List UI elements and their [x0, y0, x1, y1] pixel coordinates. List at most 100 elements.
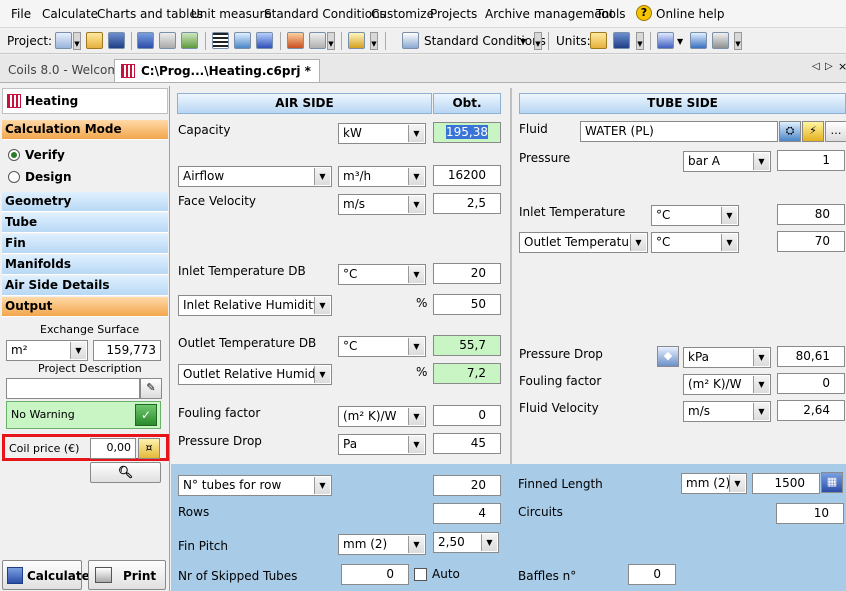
search-button[interactable]: 🔍︎: [90, 462, 161, 483]
menu-unit-measure[interactable]: Unit measure: [191, 7, 272, 21]
outlet-temp-unit-select[interactable]: °C ▼: [338, 336, 426, 357]
section-geometry[interactable]: Geometry: [2, 192, 168, 212]
open-folder-icon[interactable]: [86, 32, 103, 49]
diagram-icon[interactable]: [348, 32, 365, 49]
standard-conditions-dropdown[interactable]: ▼: [534, 32, 542, 50]
calculator-icon[interactable]: [137, 32, 154, 49]
close-icon[interactable]: ×: [838, 60, 846, 73]
chevron-down-icon[interactable]: ▼: [520, 37, 526, 46]
new-project-dropdown[interactable]: ▼: [73, 32, 81, 50]
finned-length-input[interactable]: 1500: [752, 473, 820, 494]
new-project-icon[interactable]: [55, 32, 72, 49]
menu-archive[interactable]: Archive management: [485, 7, 614, 21]
save-icon[interactable]: [108, 32, 125, 49]
tube-fouling-input[interactable]: 0: [777, 373, 845, 394]
design-radio[interactable]: [8, 171, 20, 183]
menu-charts[interactable]: Charts and tables: [97, 7, 203, 21]
inlet-rh-select[interactable]: Inlet Relative Humidity ▼: [178, 295, 332, 316]
calculator-icon[interactable]: ▦: [821, 472, 843, 493]
checkmark-icon[interactable]: ✓: [135, 404, 157, 426]
section-output[interactable]: Output: [2, 297, 168, 317]
tools-icon[interactable]: [287, 32, 304, 49]
chart-icon[interactable]: [181, 32, 198, 49]
calculate-button[interactable]: Calculate: [2, 560, 90, 590]
section-fin[interactable]: Fin: [2, 234, 168, 254]
section-air-side-details[interactable]: Air Side Details: [2, 276, 168, 296]
more-options-icon[interactable]: …: [825, 121, 846, 142]
bar-chart-dropdown[interactable]: ▼: [327, 32, 335, 50]
auto-checkbox[interactable]: [414, 568, 427, 581]
fin-pitch-unit-select[interactable]: mm (2) ▼: [338, 534, 426, 555]
printer-icon[interactable]: [159, 32, 176, 49]
tube-fouling-unit-select[interactable]: (m² K)/W ▼: [683, 374, 771, 395]
print-dropdown[interactable]: ▼: [734, 32, 742, 50]
menu-file[interactable]: File: [11, 7, 31, 21]
verify-label[interactable]: Verify: [25, 148, 65, 162]
circuits-input[interactable]: 10: [776, 503, 844, 524]
standard-conditions-button[interactable]: Standard Conditions: [424, 34, 546, 48]
airflow-input[interactable]: 16200: [433, 165, 501, 186]
open-units-icon[interactable]: [590, 32, 607, 49]
heating-header[interactable]: Heating: [2, 88, 168, 114]
tube-pressure-drop-unit-select[interactable]: kPa ▼: [683, 347, 771, 368]
tube-inlet-temp-unit-select[interactable]: °C ▼: [651, 205, 739, 226]
design-label[interactable]: Design: [25, 170, 72, 184]
capacity-unit-select[interactable]: kW ▼: [338, 123, 426, 144]
tubes-for-row-select[interactable]: N° tubes for row ▼: [178, 475, 332, 496]
menu-calculate[interactable]: Calculate: [42, 7, 98, 21]
tab-scroll-left-icon[interactable]: ◁: [812, 61, 820, 72]
export-icon[interactable]: [690, 32, 707, 49]
section-calculation-mode[interactable]: Calculation Mode: [2, 120, 168, 140]
finned-length-unit-select[interactable]: mm (2) ▼: [681, 473, 747, 494]
menu-projects[interactable]: Projects: [430, 7, 477, 21]
section-tube[interactable]: Tube: [2, 213, 168, 233]
air-fouling-input[interactable]: 0: [433, 405, 501, 426]
convert-icon[interactable]: [657, 32, 674, 49]
bar-chart-icon[interactable]: [309, 32, 326, 49]
airflow-unit-select[interactable]: m³/h ▼: [338, 166, 426, 187]
butterfly-icon[interactable]: [256, 32, 273, 49]
pressure-unit-select[interactable]: bar A ▼: [683, 151, 771, 172]
tube-outlet-temp-input[interactable]: 70: [777, 231, 845, 252]
standard-conditions-icon[interactable]: [402, 32, 419, 49]
air-fouling-unit-select[interactable]: (m² K)/W ▼: [338, 406, 426, 427]
fluid-select-icon[interactable]: ⛭: [779, 121, 801, 142]
tubes-for-row-input[interactable]: 20: [433, 475, 501, 496]
menu-customize[interactable]: Customize: [371, 7, 434, 21]
rows-input[interactable]: 4: [433, 503, 501, 524]
face-velocity-unit-select[interactable]: m/s ▼: [338, 194, 426, 215]
print-icon[interactable]: [712, 32, 729, 49]
air-pressure-drop-input[interactable]: 45: [433, 433, 501, 454]
menu-tools[interactable]: Tools: [596, 7, 626, 21]
tube-outlet-temp-select[interactable]: Outlet Temperature ▼: [519, 232, 648, 253]
tube-outlet-temp-unit-select[interactable]: °C ▼: [651, 232, 739, 253]
menu-standard-conditions[interactable]: Standard Conditions: [264, 7, 386, 21]
pressure-input[interactable]: 1: [777, 150, 845, 171]
project-description-input[interactable]: [6, 378, 140, 399]
edit-description-icon[interactable]: ✎: [140, 378, 162, 399]
outlet-rh-select[interactable]: Outlet Relative Humidity ▼: [178, 364, 332, 385]
print-button[interactable]: Print: [88, 560, 166, 590]
section-manifolds[interactable]: Manifolds: [2, 255, 168, 275]
fluid-icon[interactable]: [234, 32, 251, 49]
skipped-tubes-input[interactable]: 0: [341, 564, 409, 585]
airflow-select[interactable]: Airflow ▼: [178, 166, 332, 187]
inlet-rh-input[interactable]: 50: [433, 294, 501, 315]
face-velocity-input[interactable]: 2,5: [433, 193, 501, 214]
diamond-icon[interactable]: ◆: [657, 346, 679, 367]
exchange-unit-select[interactable]: m² ▼: [6, 340, 88, 361]
units-dropdown[interactable]: ▼: [636, 32, 644, 50]
save-units-icon[interactable]: [613, 32, 630, 49]
tab-project[interactable]: C:\Prog...\Heating.c6prj *: [114, 59, 320, 82]
diagram-dropdown[interactable]: ▼: [370, 32, 378, 50]
list-icon[interactable]: [212, 32, 229, 49]
baffles-input[interactable]: 0: [628, 564, 676, 585]
tube-inlet-temp-input[interactable]: 80: [777, 204, 845, 225]
fluid-velocity-unit-select[interactable]: m/s ▼: [683, 401, 771, 422]
tab-scroll-right-icon[interactable]: ▷: [825, 61, 833, 72]
verify-radio[interactable]: [8, 149, 20, 161]
capacity-value[interactable]: 195,38: [433, 122, 501, 143]
inlet-temp-unit-select[interactable]: °C ▼: [338, 264, 426, 285]
fin-pitch-select[interactable]: 2,50 ▼: [433, 532, 499, 553]
coins-icon[interactable]: ¤: [138, 438, 160, 459]
